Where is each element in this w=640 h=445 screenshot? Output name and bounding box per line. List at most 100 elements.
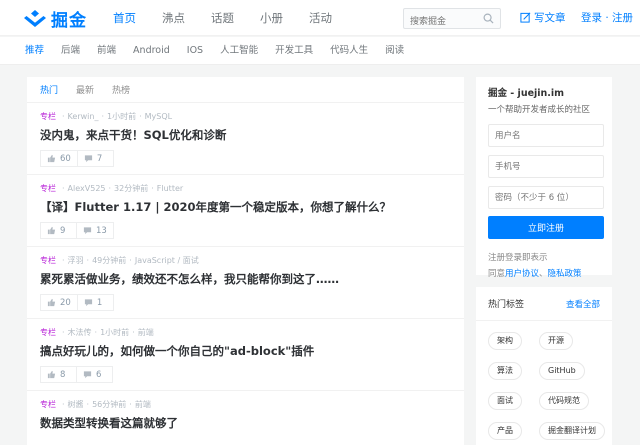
hot-tags-header: 热门标签 查看全部 [476, 287, 612, 321]
article-title[interactable]: 累死累活做业务，绩效还不怎么样，我只能帮你到这了…… [40, 271, 464, 287]
comment-button[interactable]: 1 [76, 294, 114, 311]
tab-hot[interactable]: 热门 [40, 83, 58, 96]
user-agreement-link[interactable]: 用户协议 [505, 269, 539, 279]
tag-chip[interactable]: 开源 [539, 332, 573, 350]
category-android[interactable]: Android [133, 37, 170, 64]
article-category[interactable]: 前端 [138, 327, 154, 338]
post-time: 1小时前 [107, 112, 137, 121]
like-count: 20 [60, 297, 71, 308]
post-time: 49分钟前 [92, 256, 127, 265]
article-title[interactable]: 搞点好玩儿的，如何做一个你自己的"ad-block"插件 [40, 343, 464, 359]
password-input[interactable] [488, 186, 604, 209]
article-category[interactable]: JavaScript / 面试 [135, 255, 199, 266]
tab-ranking[interactable]: 热榜 [112, 83, 130, 96]
column-tag: 专栏 [40, 256, 56, 265]
username-input[interactable] [488, 124, 604, 147]
register-subtitle: 一个帮助开发者成长的社区 [488, 105, 591, 115]
article-actions: 8 6 [40, 366, 464, 383]
article-category[interactable]: 前端 [135, 399, 151, 410]
comment-icon [83, 371, 92, 379]
category-devtools[interactable]: 开发工具 [275, 37, 313, 64]
like-count: 8 [60, 369, 66, 380]
tag-chip[interactable]: GitHub [539, 362, 585, 380]
agreement-line: 同意用户协议、隐私政策 [488, 269, 582, 279]
edit-icon [520, 12, 531, 23]
tab-latest[interactable]: 最新 [76, 83, 94, 96]
hot-tags-grid: 架构 开源 算法 GitHub 面试 代码规范 产品 掘金翻译计划 [476, 321, 612, 440]
phone-input[interactable] [488, 155, 604, 178]
author-name[interactable]: 浮羽 [68, 255, 84, 266]
article-entry[interactable]: 专栏 · Kerwin_ · 1小时前 · MySQL 没内鬼，来点干货！SQL… [27, 103, 464, 175]
category-frontend[interactable]: 前端 [97, 37, 116, 64]
tag-chip[interactable]: 面试 [488, 392, 522, 410]
category-code-life[interactable]: 代码人生 [330, 37, 368, 64]
nav-item-pins[interactable]: 沸点 [162, 0, 185, 36]
comment-button[interactable]: 6 [76, 366, 113, 383]
post-time: 1小时前 [100, 328, 130, 337]
article-title[interactable]: 没内鬼，来点干货！SQL优化和诊断 [40, 127, 464, 143]
article-meta: 专栏 · 木法传 · 1小时前 · 前端 [40, 327, 154, 338]
article-entry[interactable]: 专栏 · 浮羽 · 49分钟前 · JavaScript / 面试 累死累活做业… [27, 247, 464, 319]
search-input[interactable] [404, 12, 480, 32]
comment-icon [83, 227, 92, 235]
tag-chip[interactable]: 产品 [488, 422, 522, 440]
like-button[interactable]: 9 [40, 222, 77, 239]
comment-count: 13 [96, 225, 107, 236]
category-ios[interactable]: IOS [187, 37, 203, 64]
comment-count: 6 [96, 369, 102, 380]
column-tag: 专栏 [40, 184, 56, 193]
post-time: 32分钟前 [114, 184, 149, 193]
author-name[interactable]: 树酱 [68, 399, 84, 410]
nav-item-topics[interactable]: 话题 [211, 0, 234, 36]
article-category[interactable]: Flutter [157, 184, 183, 193]
feed-tabs: 热门 最新 热榜 [27, 77, 464, 103]
article-entry[interactable]: 专栏 · 木法传 · 1小时前 · 前端 搞点好玩儿的，如何做一个你自己的"ad… [27, 319, 464, 391]
like-button[interactable]: 8 [40, 366, 77, 383]
article-meta: 专栏 · 树酱 · 56分钟前 · 前端 [40, 399, 151, 410]
thumbs-up-icon [47, 154, 56, 163]
author-name[interactable]: Kerwin_ [68, 112, 99, 121]
tag-chip[interactable]: 架构 [488, 332, 522, 350]
author-name[interactable]: 木法传 [68, 327, 92, 338]
view-all-tags-link[interactable]: 查看全部 [566, 298, 600, 310]
tag-chip[interactable]: 代码规范 [539, 392, 589, 410]
article-meta: 专栏 · AlexV525 · 32分钟前 · Flutter [40, 184, 184, 193]
category-nav: 推荐 后端 前端 Android IOS 人工智能 开发工具 代码人生 阅读 [0, 37, 640, 65]
write-article-button[interactable]: 写文章 [520, 10, 566, 25]
category-reading[interactable]: 阅读 [385, 37, 404, 64]
comment-icon [84, 155, 92, 163]
tag-chip[interactable]: 算法 [488, 362, 522, 380]
comment-button[interactable]: 7 [76, 150, 114, 167]
comment-icon [84, 299, 92, 307]
nav-item-books[interactable]: 小册 [260, 0, 283, 36]
privacy-policy-link[interactable]: 隐私政策 [548, 269, 582, 279]
hot-tags-title: 热门标签 [488, 300, 525, 310]
article-title[interactable]: 【译】Flutter 1.17 | 2020年度第一个稳定版本，你想了解什么？ [40, 199, 464, 215]
category-backend[interactable]: 后端 [61, 37, 80, 64]
article-entry[interactable]: 专栏 · AlexV525 · 32分钟前 · Flutter 【译】Flutt… [27, 175, 464, 247]
like-button[interactable]: 20 [40, 294, 78, 311]
comment-count: 1 [96, 297, 103, 308]
like-button[interactable]: 60 [40, 150, 78, 167]
article-title[interactable]: 数据类型转换看这篇就够了 [40, 415, 464, 431]
logo-text: 掘金 [51, 11, 87, 31]
nav-item-events[interactable]: 活动 [309, 0, 332, 36]
search-box [403, 8, 501, 32]
category-ai[interactable]: 人工智能 [220, 37, 258, 64]
login-register-link[interactable]: 登录 · 注册 [581, 10, 633, 25]
article-actions: 60 7 [40, 150, 464, 167]
column-tag: 专栏 [40, 112, 56, 121]
register-button[interactable]: 立即注册 [488, 216, 604, 239]
write-article-label: 写文章 [534, 12, 566, 24]
comment-button[interactable]: 13 [76, 222, 114, 239]
logo[interactable]: 掘金 [22, 6, 87, 31]
article-actions: 9 13 [40, 222, 464, 239]
article-actions: 20 1 [40, 294, 464, 311]
search-icon[interactable] [483, 13, 494, 24]
category-recommend[interactable]: 推荐 [25, 37, 44, 64]
article-entry[interactable]: 专栏 · 树酱 · 56分钟前 · 前端 数据类型转换看这篇就够了 [27, 391, 464, 445]
author-name[interactable]: AlexV525 [68, 184, 106, 193]
nav-item-home[interactable]: 首页 [113, 0, 136, 36]
article-category[interactable]: MySQL [145, 112, 172, 121]
tag-chip[interactable]: 掘金翻译计划 [539, 422, 605, 440]
